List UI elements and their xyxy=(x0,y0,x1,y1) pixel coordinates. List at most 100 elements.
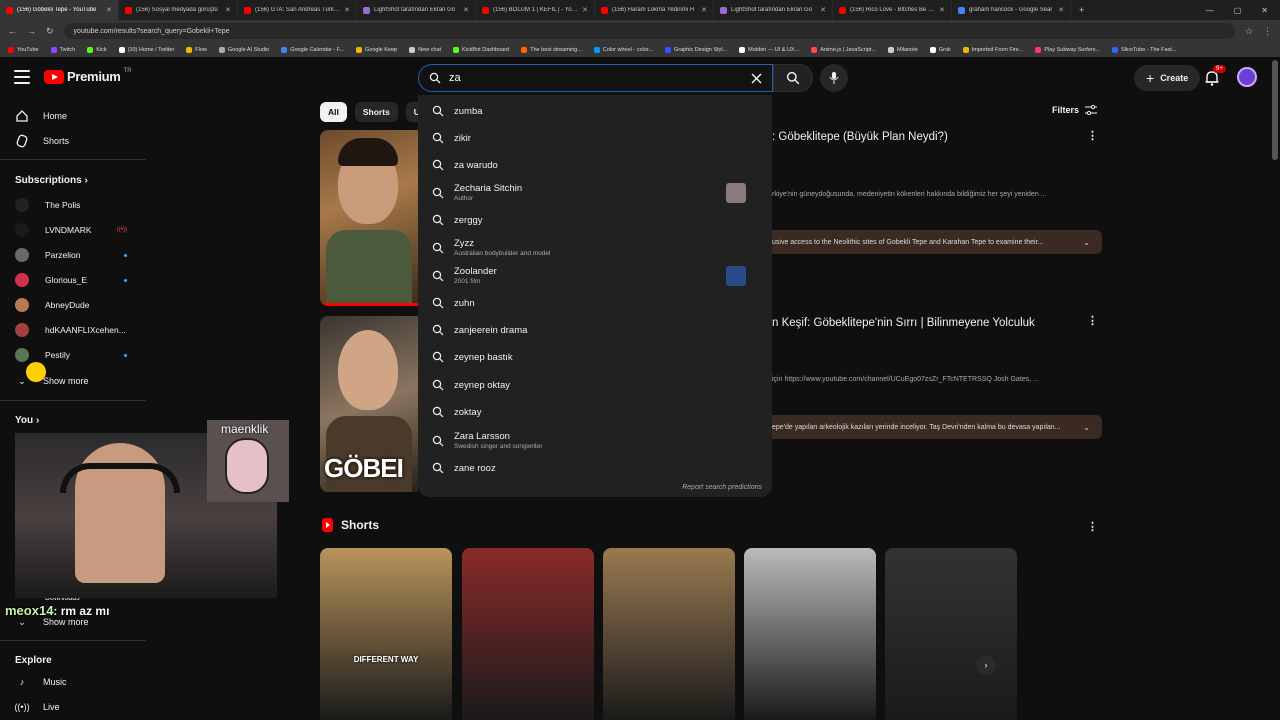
close-tab-icon[interactable]: ✕ xyxy=(106,6,112,14)
search-suggestion[interactable]: zerggy xyxy=(432,214,762,226)
sidebar-item-live[interactable]: ((•)) Live xyxy=(14,697,59,717)
bookmark-item[interactable]: Twitch xyxy=(50,46,75,53)
bookmark-item[interactable]: Mobbin — UI & UX... xyxy=(739,46,799,53)
search-button[interactable] xyxy=(773,64,813,92)
chapter-summary-2[interactable]: epe'de yapılan arkeolojik kazıları yerin… xyxy=(760,415,1102,439)
sidebar-item-shorts[interactable]: Shorts xyxy=(15,131,69,151)
bookmark-item[interactable]: Grok xyxy=(929,46,951,53)
report-predictions-link[interactable]: Report search predictions xyxy=(682,484,762,491)
browser-tab[interactable]: (156) BÖLÜM 1 | KEFIL | - YouTu ✕ xyxy=(476,0,595,20)
close-window-icon[interactable]: ✕ xyxy=(1261,6,1268,15)
bookmark-item[interactable]: (10) Home / Twitter xyxy=(118,46,174,53)
close-tab-icon[interactable]: ✕ xyxy=(820,6,826,14)
browser-tab[interactable]: (156) GTA: San Andreas Türkçe ✕ xyxy=(238,0,357,20)
bookmark-item[interactable]: Google Keep xyxy=(356,46,397,53)
bookmark-star-icon[interactable]: ☆ xyxy=(1245,26,1253,37)
short-thumbnail[interactable] xyxy=(603,548,735,720)
subscription-item[interactable]: AbneyDude xyxy=(15,297,127,313)
video-thumbnail-1[interactable] xyxy=(320,130,418,306)
search-suggestion[interactable]: zuhn xyxy=(432,297,762,309)
search-suggestion[interactable]: za warudo xyxy=(432,159,762,171)
short-thumbnail[interactable]: DIFFERENT WAY xyxy=(320,548,452,720)
bookmark-item[interactable]: Google AI Studio xyxy=(218,46,269,53)
browser-tab[interactable]: graham hancock - Google Sear ✕ xyxy=(952,0,1071,20)
filter-chip[interactable]: All xyxy=(320,102,347,122)
short-thumbnail[interactable] xyxy=(462,548,594,720)
maximize-icon[interactable]: ▢ xyxy=(1234,6,1242,15)
account-avatar[interactable] xyxy=(1237,67,1257,87)
short-thumbnail[interactable] xyxy=(744,548,876,720)
bookmark-item[interactable]: Play Subway Surfers... xyxy=(1035,46,1100,53)
close-tab-icon[interactable]: ✕ xyxy=(463,6,469,14)
video-title-2[interactable]: n Keşif: Göbeklitepe'nin Sırrı | Bilinme… xyxy=(772,317,1035,329)
subscription-item[interactable]: hdKAANFLIXcehen... xyxy=(15,322,127,338)
more-actions-icon[interactable]: ⋮ xyxy=(1087,129,1098,142)
search-suggestion[interactable]: zane rooz xyxy=(432,462,762,474)
search-input[interactable]: za xyxy=(418,64,773,92)
search-suggestion[interactable]: zoktay xyxy=(432,406,762,418)
more-actions-icon[interactable]: ⋮ xyxy=(1087,520,1098,533)
search-suggestion[interactable]: zanjeerein drama xyxy=(432,324,762,336)
subscription-item[interactable]: The Polis xyxy=(15,197,127,213)
short-thumbnail[interactable] xyxy=(885,548,1017,720)
bookmark-item[interactable]: Google Calendar - F... xyxy=(281,46,344,53)
browser-tab[interactable]: LightShot tarafından Ekran Gö ✕ xyxy=(714,0,833,20)
bookmark-item[interactable]: Kick xyxy=(87,46,107,53)
search-suggestion[interactable]: Zara Larsson Swedish singer and songwrite… xyxy=(432,431,762,450)
browser-tab[interactable]: (156) Göbekli Tepe - YouTube ✕ xyxy=(0,0,119,20)
browser-tab[interactable]: (156) Haram Lokma Yedinmi H ✕ xyxy=(595,0,714,20)
subscription-item[interactable]: LVNDMARK ((•)) xyxy=(15,222,127,238)
bookmark-item[interactable]: Milanote xyxy=(888,46,918,53)
menu-icon[interactable] xyxy=(14,70,30,84)
subscription-item[interactable]: Pestily xyxy=(15,347,127,363)
extensions-icon[interactable]: ⋮ xyxy=(1263,26,1272,37)
browser-tab[interactable]: LightShot tarafından Ekran Gö ✕ xyxy=(357,0,476,20)
bookmark-item[interactable]: KickBot Dashboard xyxy=(453,46,509,53)
minimize-icon[interactable]: — xyxy=(1206,6,1214,15)
bookmark-item[interactable]: Anime.js | JavaScript... xyxy=(811,46,876,53)
search-suggestion[interactable]: zikir xyxy=(432,132,762,144)
bookmark-item[interactable]: Graphic Design Styl... xyxy=(664,46,727,53)
create-button[interactable]: + Create xyxy=(1134,65,1201,91)
bookmark-item[interactable]: SliceTube - The Fast... xyxy=(1112,46,1176,53)
close-tab-icon[interactable]: ✕ xyxy=(701,6,707,14)
back-icon[interactable]: ← xyxy=(8,26,17,36)
voice-search-button[interactable] xyxy=(820,64,848,92)
browser-tab[interactable]: (156) Rico Love - Bitches Be Lik ✕ xyxy=(833,0,952,20)
video-title-1[interactable]: : Göbeklitepe (Büyük Plan Neydi?) xyxy=(772,131,948,143)
sidebar-item-home[interactable]: Home xyxy=(15,106,67,126)
search-suggestion[interactable]: zumba xyxy=(432,105,762,117)
you-heading[interactable]: You › xyxy=(15,415,39,426)
new-tab-button[interactable]: + xyxy=(1071,5,1092,15)
close-tab-icon[interactable]: ✕ xyxy=(582,6,588,14)
carousel-next-button[interactable]: › xyxy=(976,655,996,675)
search-suggestion[interactable]: zeynep oktay xyxy=(432,379,762,391)
bookmark-item[interactable]: The best streaming... xyxy=(521,46,582,53)
subscription-item[interactable]: Glorious_E xyxy=(15,272,127,288)
search-suggestion[interactable]: Zecharia Sitchin Author xyxy=(432,182,762,203)
bookmark-item[interactable]: Imported From Fire... xyxy=(962,46,1023,53)
browser-tab[interactable]: (156) Sosyal medyada görüştü ✕ xyxy=(119,0,238,20)
filters-button[interactable]: Filters xyxy=(1052,105,1098,115)
sidebar-item-music[interactable]: ♪ Music xyxy=(15,672,67,692)
close-tab-icon[interactable]: ✕ xyxy=(1058,6,1064,14)
clear-search-icon[interactable] xyxy=(751,73,762,84)
close-tab-icon[interactable]: ✕ xyxy=(344,6,350,14)
reload-icon[interactable]: ↻ xyxy=(46,26,54,37)
bookmark-item[interactable]: Color wheel - color... xyxy=(593,46,653,53)
youtube-logo[interactable]: Premium TR xyxy=(44,68,132,84)
chapter-summary-1[interactable]: usive access to the Neolithic sites of G… xyxy=(760,230,1102,254)
page-scrollbar[interactable] xyxy=(1272,60,1278,160)
filter-chip[interactable]: Shorts xyxy=(354,102,398,122)
video-thumbnail-2[interactable]: GÖBEI xyxy=(320,316,418,492)
bookmark-item[interactable]: New chat xyxy=(409,46,441,53)
search-suggestion[interactable]: zeynep bastık xyxy=(432,351,762,363)
search-suggestion[interactable]: Zoolander 2001 film xyxy=(432,265,762,286)
forward-icon[interactable]: → xyxy=(27,26,36,36)
close-tab-icon[interactable]: ✕ xyxy=(225,6,231,14)
url-field[interactable]: youtube.com/results?search_query=Gobekli… xyxy=(63,23,1235,39)
close-tab-icon[interactable]: ✕ xyxy=(939,6,945,14)
bookmark-item[interactable]: Flow xyxy=(186,46,207,53)
more-actions-icon[interactable]: ⋮ xyxy=(1087,314,1098,327)
search-suggestion[interactable]: Zyzz Australian bodybuilder and model xyxy=(432,238,762,257)
